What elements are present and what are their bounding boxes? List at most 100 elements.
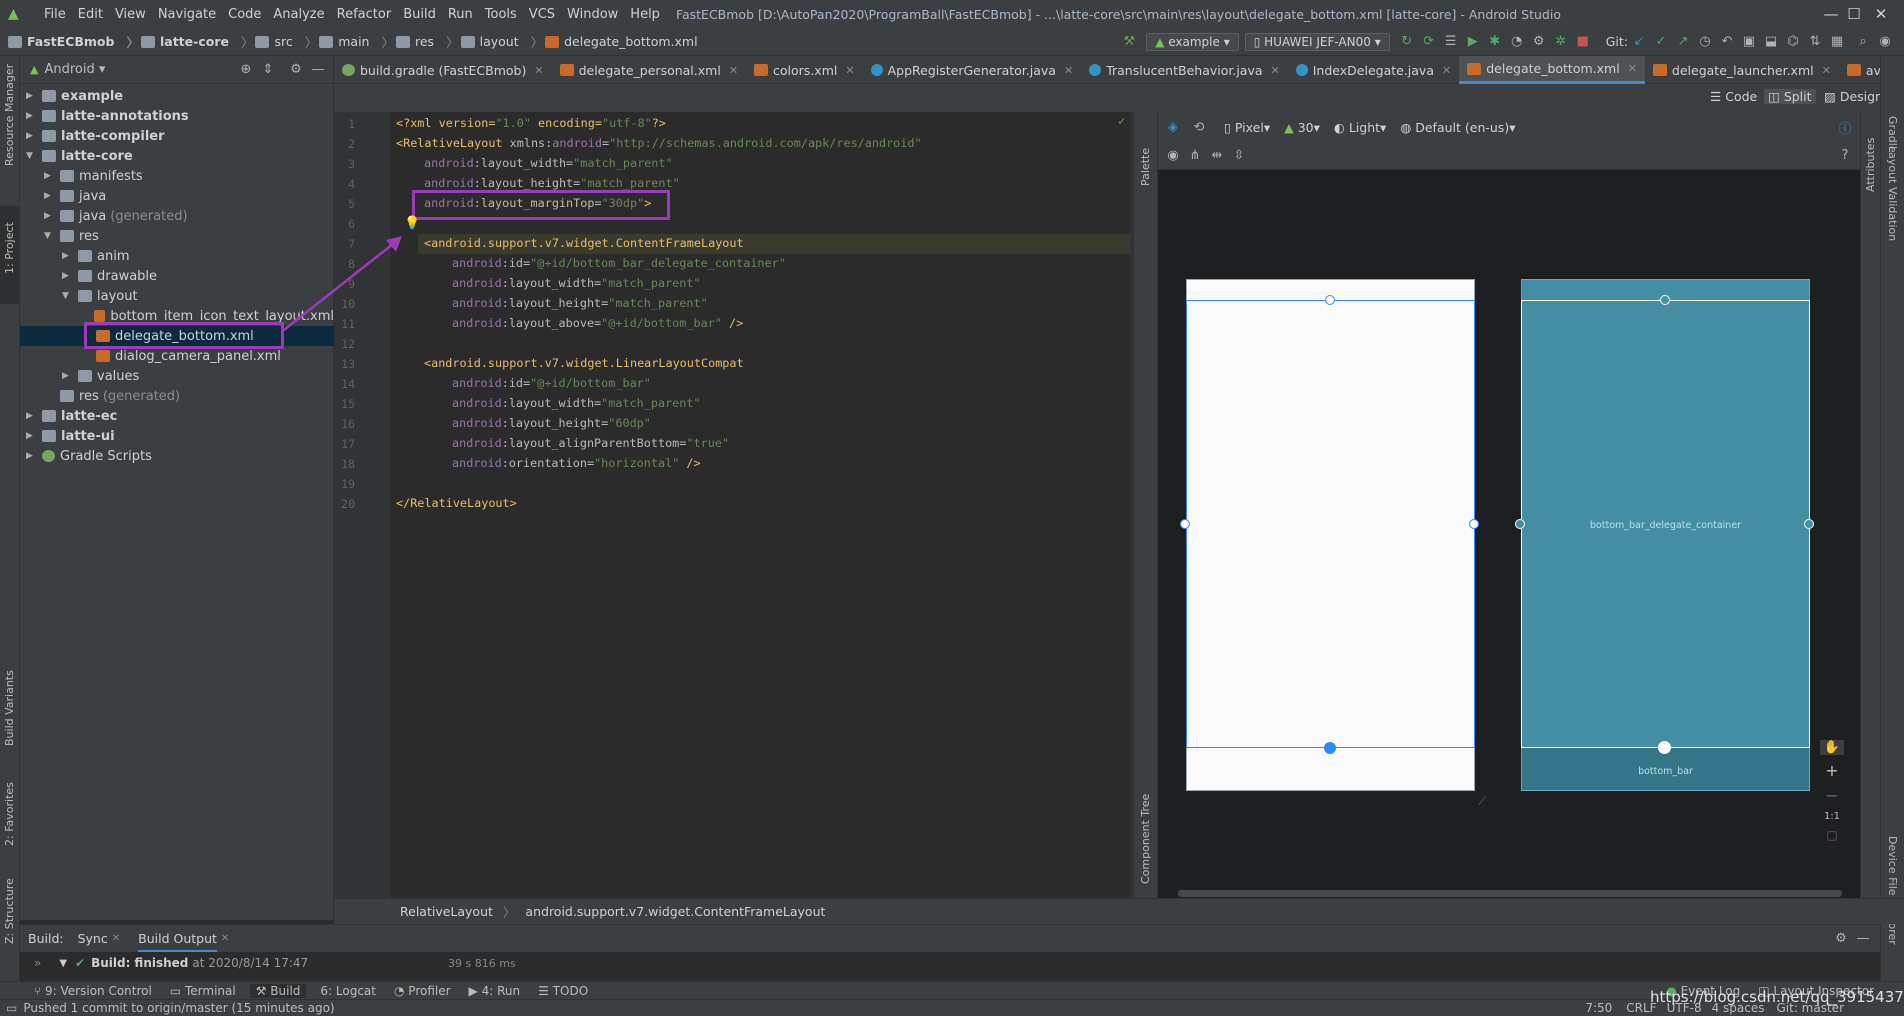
crumb-res[interactable]: 〉 res [372,32,437,51]
zoom-in-icon[interactable]: + [1825,761,1838,780]
run-config-select[interactable]: ▲ example ▾ [1146,32,1239,51]
tree-item-drawable[interactable]: ▶ drawable [20,266,334,286]
menu-help[interactable]: Help [624,7,666,22]
menu-tools[interactable]: Tools [479,7,523,22]
tab-build-gradle-fastecbmob-[interactable]: build.gradle (FastECBmob) ✕ [334,56,552,84]
collapsed-arrow-icon[interactable]: ▶ [62,251,74,261]
magnet-icon[interactable]: ⋔ [1184,145,1206,167]
breadcrumb-relativelayout[interactable]: RelativeLayout [400,904,493,919]
version-control-tab[interactable]: ⑂ 9: Version Control [34,984,152,998]
terminal-tab[interactable]: ▭ Terminal [170,984,236,998]
resize-grip-icon[interactable]: ⟋ [1478,794,1486,809]
crumb-src[interactable]: 〉 src [232,32,296,51]
canvas-scrollbar[interactable] [1178,890,1842,897]
theme-select[interactable]: ◐ Light ▾ [1334,120,1386,135]
pan-hand-icon[interactable]: ✋ [1820,740,1844,755]
git-push-icon[interactable]: ↗ [1672,31,1694,53]
tree-item-anim[interactable]: ▶ anim [20,246,334,266]
help-icon[interactable]: ? [1834,145,1856,167]
attributes-tab[interactable]: Attributes [1864,138,1877,192]
search-icon[interactable]: ⌕ [1852,31,1874,53]
collapsed-arrow-icon[interactable]: ▶ [26,451,38,461]
run-tab[interactable]: ▶ 4: Run [469,984,521,998]
tree-item-dialog-camera-panel-xml[interactable]: dialog_camera_panel.xml [20,346,334,366]
collapsed-arrow-icon[interactable]: ▶ [26,431,38,441]
locale-select[interactable]: ◍ Default (en-us) ▾ [1400,120,1515,135]
left-anchor-handle[interactable] [1180,519,1190,529]
tree-item-example[interactable]: ▶ example [20,86,334,106]
tree-item-latte-compiler[interactable]: ▶ latte-compiler [20,126,334,146]
menu-file[interactable]: File [38,7,72,22]
api-level-select[interactable]: ▲ 30 ▾ [1284,120,1320,135]
eye-icon[interactable]: ◉ [1162,145,1184,167]
horizontal-guide-icon[interactable]: ⇹ [1206,145,1228,167]
info-icon[interactable]: ⓘ [1834,116,1856,138]
tree-item-latte-ec[interactable]: ▶ latte-ec [20,406,334,426]
tree-item-java[interactable]: ▶ java [20,186,334,206]
menu-run[interactable]: Run [442,7,479,22]
logcat-tab[interactable]: 6: Logcat [320,984,376,998]
todo-tab[interactable]: ☰ TODO [538,984,588,998]
tab-sync[interactable]: Sync [78,931,108,946]
layers-icon[interactable]: ◈ [1162,116,1184,138]
collapsed-arrow-icon[interactable]: ▶ [44,171,56,181]
tree-item-java[interactable]: ▶ java (generated) [20,206,334,226]
debug-icon[interactable]: ✱ [1484,31,1506,53]
collapsed-arrow-icon[interactable]: ▶ [26,131,38,141]
mode-code-button[interactable]: ☰ Code [1710,89,1757,104]
close-tab-icon[interactable]: ✕ [845,64,854,77]
expanded-arrow-icon[interactable]: ▼ [62,291,74,301]
code-editor[interactable]: <?xml version="1.0" encoding="utf-8"?> <… [390,112,1130,898]
sdk-manager-icon[interactable]: ⬓ [1760,31,1782,53]
crumb-main[interactable]: 〉 main [296,32,373,51]
collapse-arrow-icon[interactable]: ▼ [59,958,67,969]
structure-tab[interactable]: Z: Structure [3,878,16,944]
git-revert-icon[interactable]: ↶ [1716,31,1738,53]
list-icon[interactable]: ☰ [1440,31,1462,53]
crumb-project[interactable]: FastECBmob [0,34,117,49]
favorites-tab[interactable]: 2: Favorites [3,782,16,846]
zoom-reset-button[interactable]: 1:1 [1824,811,1840,822]
project-view-select[interactable]: Android ▾ [44,62,105,77]
caret-position[interactable]: 7:50 [1585,1001,1612,1015]
blueprint-top-handle[interactable] [1660,295,1670,305]
tree-item-manifests[interactable]: ▶ manifests [20,166,334,186]
locate-icon[interactable]: ⊕ [235,59,257,81]
orientation-icon[interactable]: ⟲ [1188,116,1210,138]
git-history-icon[interactable]: ◷ [1694,31,1716,53]
run-icon[interactable]: ▶ [1462,31,1484,53]
tab-translucentbehavior-java[interactable]: TranslucentBehavior.java ✕ [1081,56,1288,84]
component-tree-tab[interactable]: Component Tree [1139,794,1152,884]
top-anchor-handle[interactable] [1325,295,1335,305]
menu-build[interactable]: Build [397,7,442,22]
tab-indexdelegate-java[interactable]: IndexDelegate.java ✕ [1288,56,1459,84]
status-toggle-icon[interactable]: ▭ [6,1001,17,1015]
user-icon[interactable]: ◉ [1874,31,1896,53]
right-anchor-handle[interactable] [1469,519,1479,529]
hammer-icon[interactable]: ⚒ [1118,31,1140,53]
close-tab-icon[interactable]: ✕ [1628,62,1637,75]
crumb-module[interactable]: 〉 latte-core [117,32,232,51]
sync-gradle-icon[interactable]: ⇅ [1804,31,1826,53]
attach-icon[interactable]: ✲ [1550,31,1572,53]
apply-changes-icon[interactable]: ↻ [1396,31,1418,53]
collapsed-arrow-icon[interactable]: ▶ [62,271,74,281]
collapsed-arrow-icon[interactable]: ▶ [26,111,38,121]
expand-icon[interactable]: » [34,956,41,970]
collapse-icon[interactable]: ⇕ [257,59,279,81]
tree-item-latte-annotations[interactable]: ▶ latte-annotations [20,106,334,126]
close-sync-icon[interactable]: ✕ [112,933,120,944]
avd-manager-icon[interactable]: ⌬ [1782,31,1804,53]
inspection-ok-icon[interactable]: ✓ [1118,114,1125,128]
zoom-fit-icon[interactable]: ▢ [1826,828,1837,842]
menu-vcs[interactable]: VCS [523,7,561,22]
lightbulb-icon[interactable]: 💡 [404,216,420,231]
menu-analyze[interactable]: Analyze [267,7,330,22]
blueprint-bottom-handle[interactable] [1658,741,1671,754]
tab-appregistergenerator-java[interactable]: AppRegisterGenerator.java ✕ [863,56,1082,84]
collapsed-arrow-icon[interactable]: ▶ [62,371,74,381]
profiler-tab[interactable]: ◔ Profiler [394,984,451,998]
git-commit-icon[interactable]: ✓ [1650,31,1672,53]
vertical-guide-icon[interactable]: ⇳ [1228,145,1250,167]
menu-view[interactable]: View [109,7,152,22]
